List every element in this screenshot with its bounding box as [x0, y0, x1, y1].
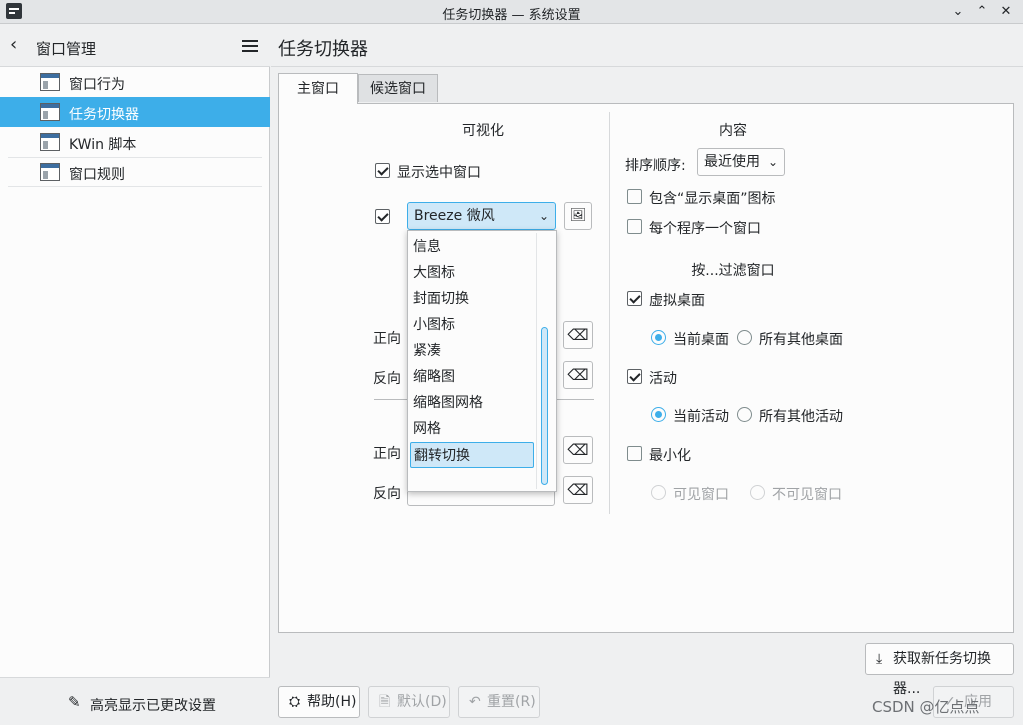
sidebar-item-label: 窗口规则 — [69, 167, 125, 183]
get-new-switchers-button[interactable]: ⤓ 获取新任务切换器... — [865, 643, 1014, 697]
current-desktop-radio[interactable] — [651, 330, 666, 345]
dropdown-option[interactable]: 紧凑 — [410, 338, 534, 364]
back-arrow-icon[interactable]: ‹ — [10, 34, 30, 56]
window-title: 任务切换器 — 系统设置 — [442, 8, 581, 23]
show-selected-window-label: 显示选中窗口 — [397, 165, 481, 181]
include-show-desktop-checkbox[interactable] — [627, 189, 642, 204]
dropdown-option[interactable]: 缩略图 — [410, 364, 534, 390]
download-icon: ⤓ — [876, 651, 883, 667]
forward-shortcut-label: 正向 — [373, 331, 401, 347]
minimized-label: 最小化 — [649, 448, 691, 464]
sidebar-header: ‹ 窗口管理 — [0, 25, 270, 67]
help-icon: ⛭ — [289, 694, 301, 710]
switcher-theme-value: Breeze 微风 — [414, 208, 495, 224]
undo-icon: ↶ — [469, 694, 481, 710]
switcher-theme-dropdown: 信息 大图标 封面切换 小图标 紧凑 缩略图 缩略图网格 网格 翻转切换 — [407, 230, 557, 492]
task-switcher-icon — [40, 103, 60, 121]
one-window-per-app-checkbox[interactable] — [627, 219, 642, 234]
hamburger-menu-icon[interactable] — [242, 40, 258, 52]
sort-order-select[interactable]: 最近使用 ⌄ — [697, 148, 785, 176]
dropdown-option-selected[interactable]: 翻转切换 — [410, 442, 534, 468]
current-activity-label: 当前活动 — [673, 409, 729, 425]
rules-icon — [40, 163, 60, 181]
dropdown-scrollbar-thumb[interactable] — [541, 327, 548, 485]
invisible-windows-radio[interactable] — [750, 485, 765, 500]
invisible-windows-label: 不可见窗口 — [772, 487, 842, 503]
tab-alternative-window[interactable]: 候选窗口 — [358, 74, 438, 102]
dropdown-option[interactable]: 封面切换 — [410, 286, 534, 312]
forward-shortcut-2-label: 正向 — [373, 446, 401, 462]
maximize-icon[interactable]: ⌃ — [972, 2, 992, 22]
other-activities-label: 所有其他活动 — [759, 409, 843, 425]
sidebar: ‹ 窗口管理 窗口行为 任务切换器 KWin 脚本 窗口规则 ✎ 高亮显示已更改… — [0, 25, 270, 725]
virtual-desktop-label: 虚拟桌面 — [649, 293, 705, 309]
highlight-changed-button[interactable]: ✎ 高亮显示已更改设置 — [0, 677, 270, 725]
script-icon — [40, 133, 60, 151]
activity-checkbox[interactable] — [627, 369, 642, 384]
defaults-button[interactable]: 🗎 默认(D) — [368, 686, 450, 718]
close-icon[interactable]: ✕ — [996, 2, 1016, 22]
other-desktops-label: 所有其他桌面 — [759, 332, 843, 348]
dropdown-option[interactable]: 网格 — [410, 416, 534, 442]
sort-order-value: 最近使用 — [704, 154, 760, 170]
visible-windows-label: 可见窗口 — [673, 487, 729, 503]
visualization-heading: 可视化 — [462, 123, 504, 139]
pen-icon: ✎ — [68, 693, 81, 711]
page-title: 任务切换器 — [278, 39, 368, 60]
sidebar-item-kwin-scripts[interactable]: KWin 脚本 — [0, 127, 270, 157]
sidebar-item-task-switcher[interactable]: 任务切换器 — [0, 97, 270, 127]
clear-reverse-shortcut-2-button[interactable] — [563, 476, 593, 504]
preview-button[interactable]: 🖼 — [564, 202, 592, 230]
current-desktop-label: 当前桌面 — [673, 332, 729, 348]
sidebar-item-label: 任务切换器 — [69, 107, 139, 123]
show-selected-window-checkbox[interactable] — [375, 163, 390, 178]
sidebar-item-label: 窗口行为 — [69, 77, 125, 93]
document-icon: 🗎 — [379, 694, 391, 710]
other-activities-radio[interactable] — [737, 407, 752, 422]
switcher-enable-checkbox[interactable] — [375, 209, 390, 224]
reset-button[interactable]: ↶ 重置(R) — [458, 686, 540, 718]
chevron-down-icon: ⌄ — [767, 155, 778, 169]
help-button[interactable]: ⛭ 帮助(H) — [278, 686, 360, 718]
help-label: 帮助(H) — [307, 694, 357, 710]
sidebar-title: 窗口管理 — [36, 40, 97, 58]
content-heading: 内容 — [719, 123, 747, 139]
dropdown-option[interactable]: 大图标 — [410, 260, 534, 286]
sidebar-item-window-behavior[interactable]: 窗口行为 — [0, 67, 270, 97]
reverse-shortcut-label: 反向 — [373, 371, 401, 387]
dropdown-option[interactable]: 小图标 — [410, 312, 534, 338]
dropdown-scroll-track[interactable] — [536, 233, 537, 489]
clear-forward-shortcut-button[interactable] — [563, 321, 593, 349]
watermark: CSDN @亿点点 — [872, 698, 980, 716]
sort-order-label: 排序顺序: — [625, 158, 686, 174]
highlight-changed-label: 高亮显示已更改设置 — [90, 698, 216, 714]
clear-reverse-shortcut-button[interactable] — [563, 361, 593, 389]
switcher-theme-select[interactable]: Breeze 微风 ⌄ — [407, 202, 556, 230]
dropdown-option[interactable]: 缩略图网格 — [410, 390, 534, 416]
include-show-desktop-label: 包含“显示桌面”图标 — [649, 191, 776, 207]
visible-windows-radio[interactable] — [651, 485, 666, 500]
window-icon — [40, 73, 60, 91]
image-icon: 🖼 — [569, 208, 587, 223]
activity-label: 活动 — [649, 371, 677, 387]
defaults-label: 默认(D) — [397, 694, 447, 710]
sidebar-item-label: KWin 脚本 — [69, 137, 137, 153]
tab-main-window[interactable]: 主窗口 — [278, 73, 358, 104]
sidebar-item-window-rules[interactable]: 窗口规则 — [0, 157, 270, 187]
other-desktops-radio[interactable] — [737, 330, 752, 345]
one-window-per-app-label: 每个程序一个窗口 — [649, 221, 761, 237]
clear-forward-shortcut-2-button[interactable] — [563, 436, 593, 464]
current-activity-radio[interactable] — [651, 407, 666, 422]
chevron-down-icon: ⌄ — [538, 209, 549, 223]
virtual-desktop-checkbox[interactable] — [627, 291, 642, 306]
filter-heading: 按...过滤窗口 — [691, 263, 775, 279]
minimized-checkbox[interactable] — [627, 446, 642, 461]
minimize-icon[interactable]: ⌄ — [948, 2, 968, 22]
dropdown-option[interactable]: 信息 — [410, 234, 534, 260]
reverse-shortcut-2-label: 反向 — [373, 486, 401, 502]
window-titlebar: 任务切换器 — 系统设置 ⌄ ⌃ ✕ — [0, 0, 1023, 24]
reset-label: 重置(R) — [487, 694, 536, 710]
